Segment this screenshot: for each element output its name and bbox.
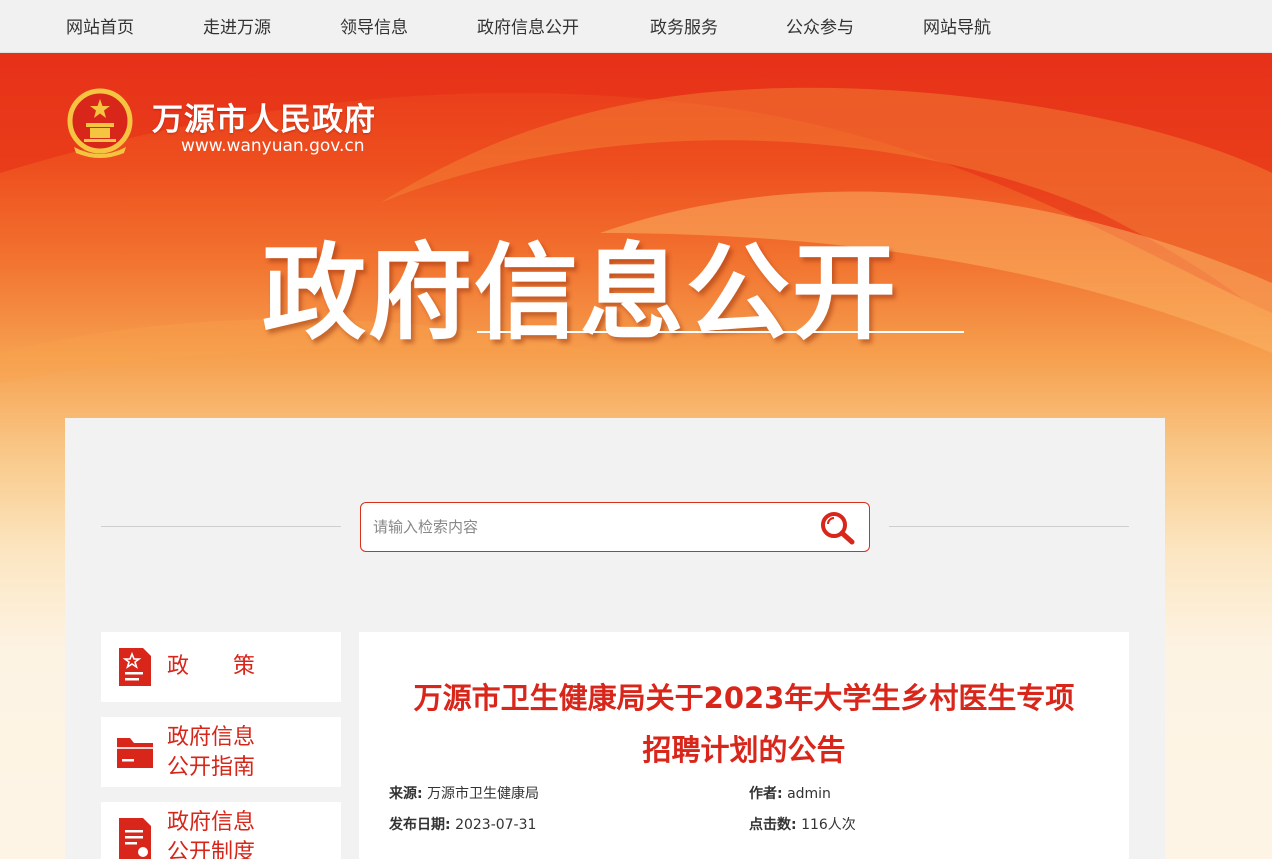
search-input[interactable] — [373, 503, 803, 551]
top-navigation-bar: 网站首页 走进万源 领导信息 政府信息公开 政务服务 公众参与 网站导航 — [0, 0, 1272, 53]
policy-document-icon — [119, 648, 151, 686]
nav-about-wanyuan[interactable]: 走进万源 — [203, 0, 271, 53]
sidebar-item-policy[interactable]: 政 策 — [101, 632, 341, 702]
article-source: 来源: 万源市卫生健康局 — [389, 783, 539, 803]
sidebar-item-disclosure-guide[interactable]: 政府信息 公开指南 — [101, 717, 341, 787]
search-divider-right — [889, 526, 1129, 527]
nav-gov-services[interactable]: 政务服务 — [650, 0, 718, 53]
search-divider-left — [101, 526, 341, 527]
source-label: 来源: — [389, 786, 423, 802]
date-value: 2023-07-31 — [455, 817, 537, 833]
author-label: 作者: — [749, 786, 783, 802]
clicks-value: 116人次 — [801, 817, 856, 833]
nav-home[interactable]: 网站首页 — [66, 0, 134, 53]
author-value: admin — [787, 786, 831, 802]
article-title: 万源市卫生健康局关于2023年大学生乡村医生专项 招聘计划的公告 — [359, 672, 1129, 776]
national-emblem-icon[interactable] — [64, 87, 136, 159]
site-url: www.wanyuan.gov.cn — [181, 136, 365, 156]
article-title-line-1: 万源市卫生健康局关于2023年大学生乡村医生专项 — [413, 681, 1075, 715]
article-card: 万源市卫生健康局关于2023年大学生乡村医生专项 招聘计划的公告 来源: 万源市… — [359, 632, 1129, 859]
sidebar-item-label: 政府信息 — [167, 725, 256, 750]
search-icon[interactable] — [819, 510, 857, 546]
folder-icon — [117, 738, 153, 768]
sidebar-item-disclosure-rules[interactable]: 政府信息 公开制度 — [101, 802, 341, 859]
nav-site-map[interactable]: 网站导航 — [923, 0, 991, 53]
search-box — [360, 502, 870, 552]
clicks-label: 点击数: — [749, 817, 797, 833]
site-name[interactable]: 万源市人民政府 — [152, 94, 376, 139]
page-hero-title: 政府信息公开 — [262, 232, 899, 354]
hero-underline — [477, 331, 964, 333]
sidebar-item-label: 政 策 — [167, 654, 256, 679]
article-click-count: 点击数: 116人次 — [749, 814, 856, 834]
article-publish-date: 发布日期: 2023-07-31 — [389, 814, 536, 834]
article-author: 作者: admin — [749, 783, 831, 803]
source-value: 万源市卫生健康局 — [427, 786, 540, 802]
sidebar-item-label: 公开制度 — [167, 840, 256, 859]
nav-leadership[interactable]: 领导信息 — [340, 0, 408, 53]
date-label: 发布日期: — [389, 817, 451, 833]
sidebar-item-label: 政府信息 — [167, 810, 256, 835]
regulation-document-icon — [119, 818, 151, 859]
sidebar-item-label: 公开指南 — [167, 755, 256, 780]
nav-gov-info-disclosure[interactable]: 政府信息公开 — [477, 0, 579, 53]
nav-public-participation[interactable]: 公众参与 — [786, 0, 854, 53]
article-title-line-2: 招聘计划的公告 — [642, 733, 846, 767]
